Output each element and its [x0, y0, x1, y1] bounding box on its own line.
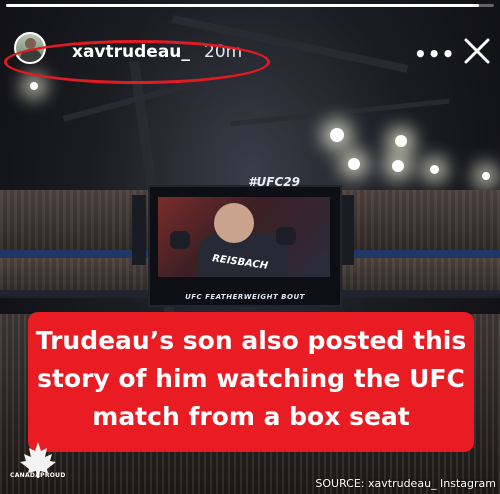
- arena-light: [30, 82, 38, 90]
- jumbotron-hashtag: #UFC29: [248, 175, 300, 189]
- side-screen: [340, 195, 354, 265]
- jumbotron-screen: REISBACH: [158, 197, 330, 277]
- caption-text: Trudeau’s son also posted this story of …: [28, 322, 474, 436]
- jumbotron: #UFC29 REISBACH UFC FEATHERWEIGHT BOUT: [148, 175, 342, 307]
- source-credit: SOURCE: xavtrudeau_ Instagram: [315, 477, 496, 490]
- story-header: xavtrudeau_ 20m •••: [0, 8, 500, 84]
- caption-line-2: story of him watching the UFC: [37, 364, 465, 393]
- caption-line-3: match from a box seat: [92, 402, 410, 431]
- highlight-ring: [4, 40, 270, 84]
- caption-box: Trudeau’s son also posted this story of …: [28, 312, 474, 452]
- jumbotron-caption: UFC FEATHERWEIGHT BOUT: [185, 293, 305, 301]
- caption-line-1: Trudeau’s son also posted this: [35, 326, 467, 355]
- story-progress-fill: [6, 4, 480, 7]
- arena-light: [392, 160, 404, 172]
- truss-beam: [230, 98, 450, 127]
- more-options-button[interactable]: •••: [414, 42, 455, 66]
- arena-light: [348, 158, 360, 170]
- glove: [276, 227, 296, 245]
- watermark-logo-text: CANADAPROUD: [10, 472, 66, 479]
- arena-light: [395, 135, 407, 147]
- glove: [170, 231, 190, 249]
- story-progress-bar: [6, 4, 494, 7]
- arena-light: [330, 128, 344, 142]
- close-icon[interactable]: [462, 36, 492, 66]
- story-view: #UFC29 REISBACH UFC FEATHERWEIGHT BOUT x…: [0, 0, 500, 494]
- fighter-head: [214, 203, 254, 243]
- arena-light: [482, 172, 490, 180]
- side-screen: [132, 195, 146, 265]
- arena-light: [430, 165, 439, 174]
